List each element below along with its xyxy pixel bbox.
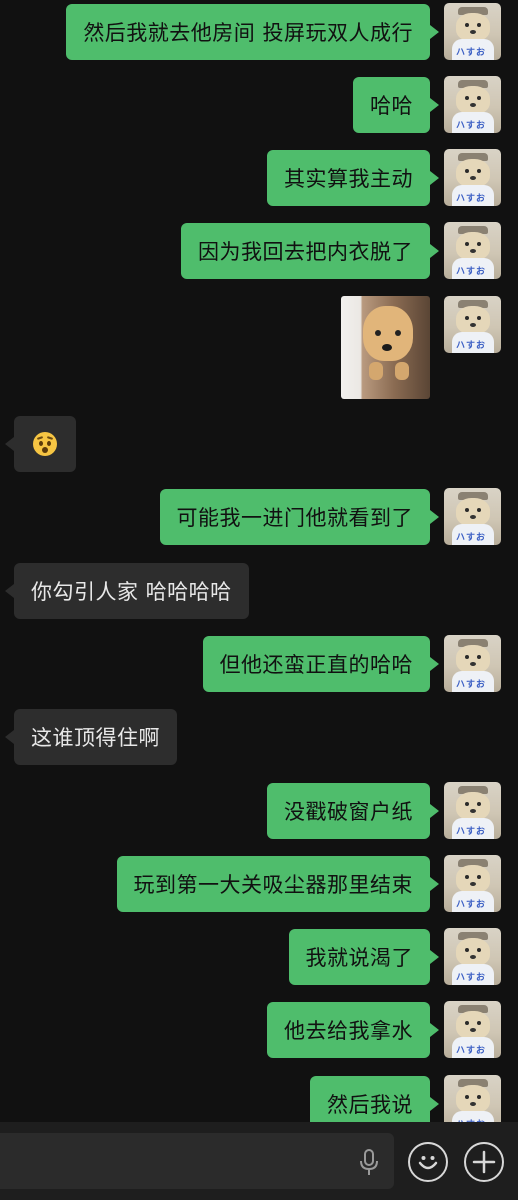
message-input[interactable] [0, 1133, 394, 1189]
outgoing-message-bubble[interactable]: 其实算我主动 [267, 150, 439, 206]
avatar[interactable]: ハすお [444, 149, 501, 206]
chat-input-bar [0, 1122, 518, 1200]
emoji-icon [418, 1156, 438, 1170]
avatar-tag: ハすお [456, 1046, 487, 1056]
outgoing-message-bubble[interactable]: 然后我说 [310, 1076, 439, 1122]
incoming-emoji-bubble[interactable] [5, 416, 76, 472]
dog-photo-message[interactable] [341, 296, 430, 399]
message-text: 因为我回去把内衣脱了 [198, 240, 413, 264]
avatar-tag: ハすお [456, 121, 487, 131]
message-text: 这谁顶得住啊 [31, 726, 160, 750]
incoming-message-bubble[interactable]: 你勾引人家 哈哈哈哈 [5, 563, 249, 619]
avatar-tag: ハすお [456, 533, 487, 543]
message-text: 玩到第一大关吸尘器那里结束 [133, 873, 413, 897]
message-text: 没戳破窗户纸 [284, 800, 413, 824]
outgoing-message-bubble[interactable]: 他去给我拿水 [267, 1002, 439, 1058]
microphone-icon[interactable] [358, 1149, 380, 1177]
avatar[interactable]: ハすお [444, 488, 501, 545]
avatar-tag: ハすお [456, 194, 487, 204]
plus-button[interactable] [464, 1142, 504, 1182]
outgoing-message-bubble[interactable]: 可能我一进门他就看到了 [159, 489, 439, 545]
avatar[interactable]: ハすお [444, 76, 501, 133]
avatar[interactable]: ハすお [444, 635, 501, 692]
emoji-button[interactable] [408, 1142, 448, 1182]
avatar[interactable]: ハすお [444, 1075, 501, 1122]
outgoing-message-bubble[interactable]: 但他还蛮正直的哈哈 [202, 636, 439, 692]
outgoing-message-bubble[interactable]: 玩到第一大关吸尘器那里结束 [116, 856, 439, 912]
message-text: 然后我就去他房间 投屏玩双人成行 [83, 21, 413, 45]
avatar-tag: ハすお [456, 680, 487, 690]
avatar[interactable]: ハすお [444, 1001, 501, 1058]
outgoing-message-bubble[interactable]: 然后我就去他房间 投屏玩双人成行 [66, 4, 439, 60]
message-text: 但他还蛮正直的哈哈 [219, 653, 413, 677]
message-text: 可能我一进门他就看到了 [176, 506, 413, 530]
avatar[interactable]: ハすお [444, 3, 501, 60]
avatar[interactable]: ハすお [444, 855, 501, 912]
message-text: 他去给我拿水 [284, 1019, 413, 1043]
message-text: 我就说渴了 [305, 946, 413, 970]
avatar-tag: ハすお [456, 973, 487, 983]
outgoing-message-bubble[interactable]: 我就说渴了 [288, 929, 439, 985]
avatar[interactable]: ハすお [444, 296, 501, 353]
avatar-tag: ハすお [456, 48, 487, 58]
message-text: 哈哈 [370, 94, 413, 118]
plus-icon [472, 1150, 496, 1174]
avatar-tag: ハすお [456, 900, 487, 910]
avatar[interactable]: ハすお [444, 928, 501, 985]
outgoing-message-bubble[interactable]: 因为我回去把内衣脱了 [181, 223, 439, 279]
chat-message-list[interactable]: 然后我就去他房间 投屏玩双人成行 ハすお 哈哈 ハすお 其实算我主动 ハすお 因… [0, 0, 518, 1122]
avatar-tag: ハすお [456, 341, 487, 351]
message-text: 你勾引人家 哈哈哈哈 [31, 580, 232, 604]
frowning-face-emoji-icon [33, 432, 57, 456]
message-text: 其实算我主动 [284, 167, 413, 191]
outgoing-message-bubble[interactable]: 哈哈 [353, 77, 439, 133]
avatar[interactable]: ハすお [444, 222, 501, 279]
avatar-tag: ハすお [456, 827, 487, 837]
incoming-message-bubble[interactable]: 这谁顶得住啊 [5, 709, 177, 765]
message-text: 然后我说 [327, 1093, 413, 1117]
avatar[interactable]: ハすお [444, 782, 501, 839]
outgoing-message-bubble[interactable]: 没戳破窗户纸 [267, 783, 439, 839]
avatar-tag: ハすお [456, 267, 487, 277]
